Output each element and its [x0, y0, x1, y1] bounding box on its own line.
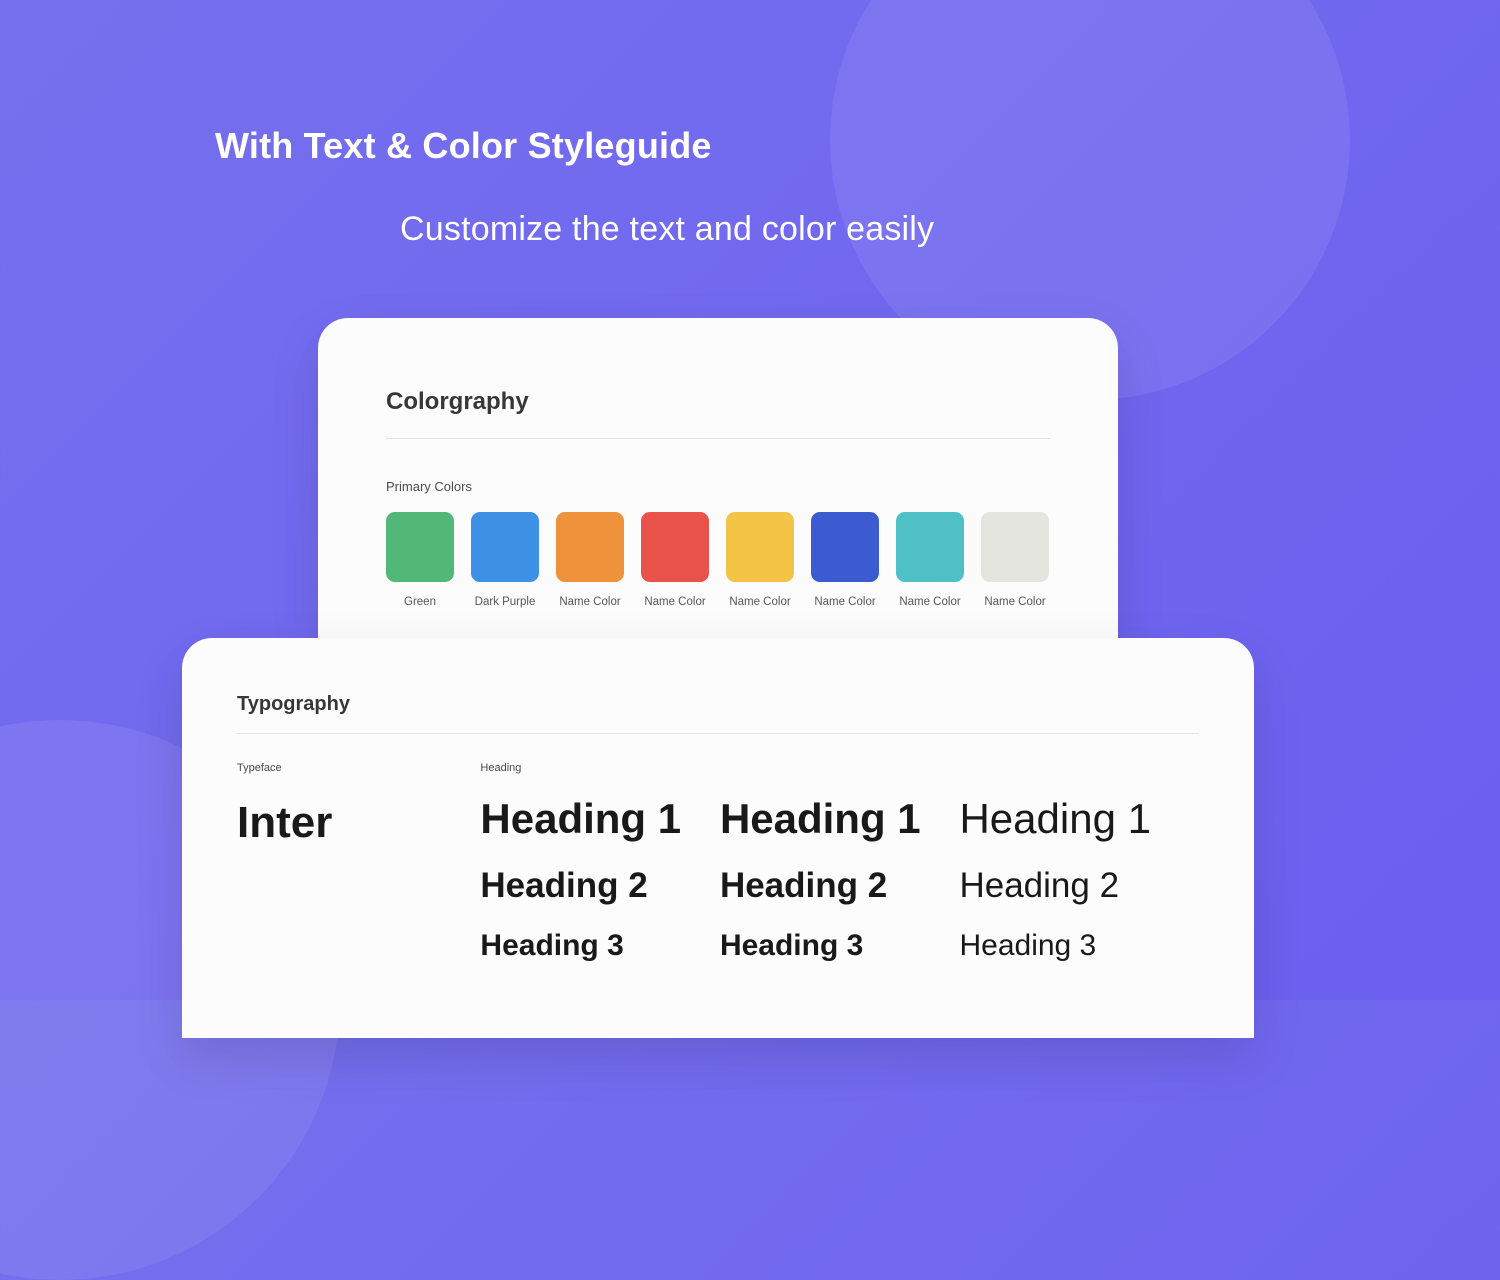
page-subtitle: Customize the text and color easily	[400, 210, 934, 249]
page-title: With Text & Color Styleguide	[215, 125, 712, 167]
swatch-label: Name Color	[559, 596, 620, 608]
swatch-label: Name Color	[814, 596, 875, 608]
swatch-label: Dark Purple	[475, 596, 536, 608]
swatch-item: Name Color	[556, 512, 624, 608]
heading-label-spacer	[959, 762, 1199, 774]
heading-3-black: Heading 3	[480, 931, 720, 961]
swatch-item: Name Color	[981, 512, 1049, 608]
heading-label: Heading	[480, 762, 720, 774]
primary-colors-label: Primary Colors	[386, 479, 1050, 494]
swatch-label: Name Color	[644, 596, 705, 608]
typography-card: Typography Typeface Inter Heading Headin…	[182, 638, 1254, 1038]
colorgraphy-card: Colorgraphy Primary Colors Green Dark Pu…	[318, 318, 1118, 638]
swatch-teal	[896, 512, 964, 582]
typeface-name: Inter	[237, 798, 480, 848]
swatch-label: Green	[404, 596, 436, 608]
heading-2-bold: Heading 2	[720, 868, 960, 903]
heading-3-bold: Heading 3	[720, 931, 960, 961]
heading-column-black: Heading Heading 1 Heading 2 Heading 3	[480, 762, 720, 961]
swatch-label: Name Color	[729, 596, 790, 608]
heading-column-regular: Heading 1 Heading 2 Heading 3	[959, 762, 1199, 961]
swatch-item: Dark Purple	[471, 512, 539, 608]
swatch-red	[641, 512, 709, 582]
heading-1-black: Heading 1	[480, 798, 720, 840]
typeface-label: Typeface	[237, 762, 480, 774]
swatch-yellow	[726, 512, 794, 582]
colorgraphy-title: Colorgraphy	[386, 388, 1050, 416]
swatch-label: Name Color	[899, 596, 960, 608]
heading-stack: Heading 1 Heading 2 Heading 3	[480, 798, 720, 961]
heading-1-bold: Heading 1	[720, 798, 960, 840]
typography-grid: Typeface Inter Heading Heading 1 Heading…	[237, 762, 1199, 961]
swatch-label: Name Color	[984, 596, 1045, 608]
swatch-gray	[981, 512, 1049, 582]
swatches-row: Green Dark Purple Name Color Name Color …	[386, 512, 1050, 608]
divider	[386, 438, 1050, 439]
swatch-orange	[556, 512, 624, 582]
swatch-item: Name Color	[896, 512, 964, 608]
swatch-green	[386, 512, 454, 582]
typography-title: Typography	[237, 693, 1199, 716]
heading-stack: Heading 1 Heading 2 Heading 3	[959, 798, 1199, 961]
heading-2-black: Heading 2	[480, 868, 720, 903]
heading-2-regular: Heading 2	[959, 868, 1199, 903]
divider	[237, 733, 1199, 734]
heading-1-regular: Heading 1	[959, 798, 1199, 840]
heading-stack: Heading 1 Heading 2 Heading 3	[720, 798, 960, 961]
swatch-item: Green	[386, 512, 454, 608]
swatch-item: Name Color	[726, 512, 794, 608]
swatch-blue	[811, 512, 879, 582]
swatch-item: Name Color	[641, 512, 709, 608]
swatch-dark-purple	[471, 512, 539, 582]
heading-column-bold: Heading 1 Heading 2 Heading 3	[720, 762, 960, 961]
swatch-item: Name Color	[811, 512, 879, 608]
typeface-column: Typeface Inter	[237, 762, 480, 961]
heading-3-regular: Heading 3	[959, 931, 1199, 961]
heading-label-spacer	[720, 762, 960, 774]
